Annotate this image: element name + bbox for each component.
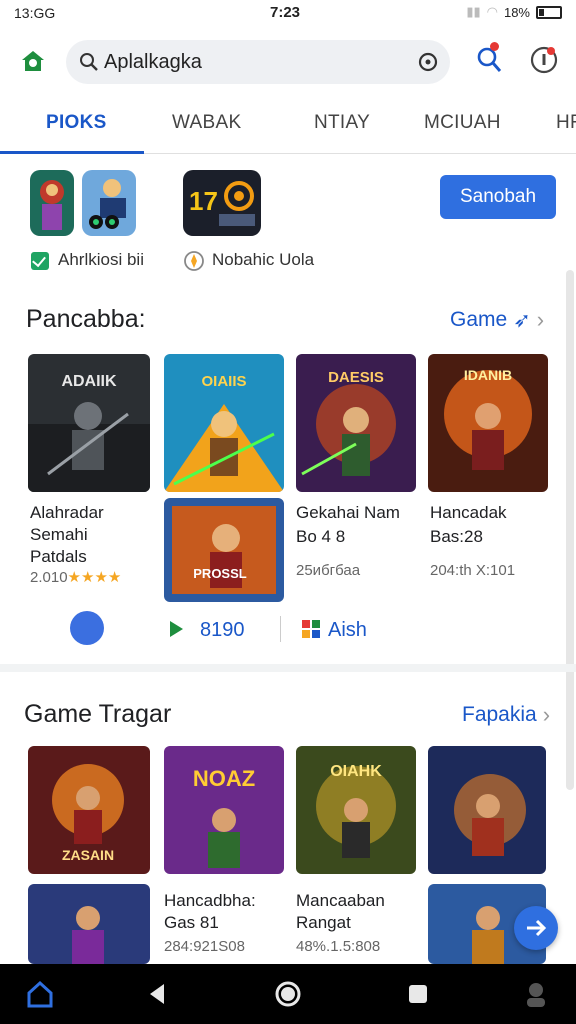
section-divider: [0, 664, 576, 672]
game-subtitle-1b: Patdals: [30, 547, 87, 566]
game-art-7[interactable]: NOAZ: [164, 746, 284, 874]
play-icon[interactable]: [170, 621, 183, 637]
recents-icon[interactable]: [402, 978, 434, 1010]
scrollbar[interactable]: [566, 270, 574, 790]
game-art-9[interactable]: [428, 746, 546, 874]
game-art-2-label: OIAIIS: [201, 373, 246, 390]
tab-5[interactable]: HR: [556, 112, 576, 134]
tab-2[interactable]: WABAK: [172, 112, 241, 134]
game-title-2[interactable]: Gekahai Nam: [296, 502, 400, 524]
game-subtitle-4: Gas 81: [164, 913, 219, 932]
signal-icon: ▮▮: [466, 4, 481, 19]
apps-label[interactable]: Aish: [328, 619, 367, 642]
rocket-icon: ➶: [513, 308, 531, 332]
game-meta-1-value: 2.010: [30, 569, 68, 586]
game-meta-4: 284:921S08: [164, 938, 245, 955]
game-subtitle-3: Bas:28: [430, 527, 483, 546]
game-title-4[interactable]: Hancadbha:: [164, 890, 256, 912]
game-art-6[interactable]: ZASAIN: [28, 746, 150, 874]
chevron-right-icon: ›: [542, 702, 551, 727]
featured-app-icon-1[interactable]: [30, 170, 74, 236]
status-time: 7:23: [270, 4, 301, 21]
game-meta-5: 48%.1.5:808: [296, 938, 381, 955]
store-home-icon[interactable]: [20, 48, 46, 74]
system-navigation-bar: [0, 964, 576, 1024]
compass-icon: [184, 251, 204, 271]
game-art-5-label: PROSSL: [193, 566, 247, 581]
section-more-link[interactable]: Game ➶ ›: [450, 307, 544, 333]
search-icon: [80, 53, 98, 71]
battery-icon: [536, 5, 562, 19]
primary-action-button[interactable]: Sanobah: [440, 175, 556, 219]
rating-stars: ★★★★: [67, 569, 122, 586]
svg-text:17: 17: [189, 186, 218, 216]
game-art-5[interactable]: PROSSL: [164, 498, 284, 602]
notification-dot: [490, 42, 499, 51]
game-art-1[interactable]: ADAIIK: [28, 354, 150, 492]
featured-caption-2: Nobahic Uola: [212, 250, 315, 269]
floating-action-button[interactable]: [514, 906, 558, 950]
search-bar[interactable]: [66, 40, 450, 84]
game-art-8-label: OIAHK: [330, 763, 382, 780]
game-art-6-label: ZASAIN: [62, 847, 114, 863]
game-subtitle-5: Rangat: [296, 913, 351, 932]
game-title-3[interactable]: Hancadak: [430, 502, 507, 524]
divider: [280, 616, 281, 642]
featured-app-icon-3[interactable]: 17: [183, 170, 261, 236]
verified-check-icon: [31, 252, 49, 270]
account-avatar-icon[interactable]: [70, 611, 104, 645]
home-nav-icon[interactable]: [24, 978, 56, 1010]
chevron-right-icon: ›: [536, 307, 545, 332]
back-icon[interactable]: [142, 978, 174, 1010]
battery-percent: 18%: [503, 4, 530, 20]
game-title-1[interactable]: Alahradar: [30, 502, 104, 524]
wifi-icon: ◠: [486, 4, 498, 19]
tab-1[interactable]: PIOKS: [46, 112, 107, 134]
google-lens-icon[interactable]: [416, 50, 440, 74]
tab-3[interactable]: NTIAY: [314, 112, 370, 134]
section-link-label: Game: [450, 308, 508, 331]
status-time-left: 13:GG: [14, 5, 56, 21]
apps-icon[interactable]: [302, 620, 320, 638]
game-art-3[interactable]: DAESIS: [296, 354, 416, 492]
game-meta-3: 204:th X:101: [430, 562, 516, 579]
category-tabs: PIOKS WABAK NTIAY MCIUAH HR: [0, 96, 576, 154]
game-subtitle-2: Bo 4 8: [296, 527, 346, 546]
game-art-4[interactable]: IDANIB: [428, 354, 548, 492]
assistant-icon[interactable]: [520, 978, 552, 1010]
section-link-label-2: Fapakia: [462, 703, 537, 726]
game-art-3-label: DAESIS: [328, 369, 384, 386]
arrow-right-icon: [527, 919, 547, 937]
game-art-1-label: ADAIIK: [61, 373, 117, 390]
tab-4[interactable]: MCIUAH: [424, 112, 501, 134]
game-subtitle-1: Semahi: [30, 525, 88, 544]
featured-app-icon-2[interactable]: [82, 170, 136, 236]
game-title-5[interactable]: Mancaaban: [296, 890, 385, 912]
section-title: Pancabba:: [26, 305, 146, 333]
featured-caption-1: Ahrlkiosi bii: [58, 250, 144, 269]
play-label[interactable]: 8190: [200, 619, 245, 642]
section-more-link-2[interactable]: Fapakia ›: [462, 702, 550, 728]
game-art-10[interactable]: [28, 884, 150, 964]
game-art-8[interactable]: OIAHK: [296, 746, 416, 874]
status-icons: ▮▮ ◠ 18%: [466, 4, 562, 20]
game-meta-2: 25ибгбаа: [296, 562, 361, 579]
home-button-icon[interactable]: [272, 978, 304, 1010]
search-input[interactable]: [104, 40, 404, 84]
game-meta-1: 2.010★★★★: [30, 568, 121, 586]
status-bar: 13:GG 7:23 ▮▮ ◠ 18%: [0, 0, 576, 28]
search-button-icon[interactable]: [474, 44, 504, 76]
info-icon[interactable]: [528, 44, 560, 76]
section-title-2: Game Tragar: [24, 700, 172, 728]
tab-indicator: [0, 151, 144, 154]
game-art-7-label: NOAZ: [193, 766, 255, 791]
game-art-2[interactable]: OIAIIS: [164, 354, 284, 492]
game-art-4-label: IDANIB: [464, 367, 512, 383]
